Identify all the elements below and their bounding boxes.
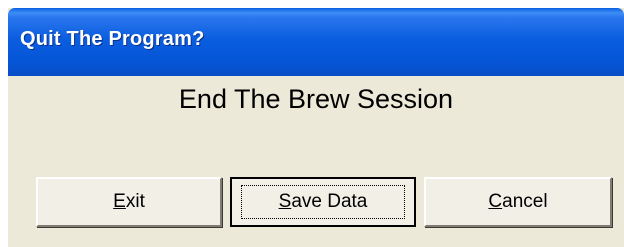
dialog-title: Quit The Program? [20,28,205,50]
exit-button[interactable]: Exit [36,177,222,227]
save-data-button-accel: S [278,191,292,212]
cancel-button[interactable]: Cancel [424,177,612,227]
exit-button-label: xit [125,191,145,212]
dialog-body: End The Brew Session Exit Save Data Canc… [8,76,624,247]
save-data-button-label: ave Data [291,191,368,212]
cancel-button-accel: C [488,191,503,212]
quit-dialog: Quit The Program? End The Brew Session E… [8,8,624,247]
save-data-button[interactable]: Save Data [230,177,416,227]
title-bar[interactable]: Quit The Program? [8,8,624,76]
cancel-button-label: ancel [502,191,548,212]
exit-button-accel: E [113,191,126,212]
dialog-message: End The Brew Session [178,84,454,114]
